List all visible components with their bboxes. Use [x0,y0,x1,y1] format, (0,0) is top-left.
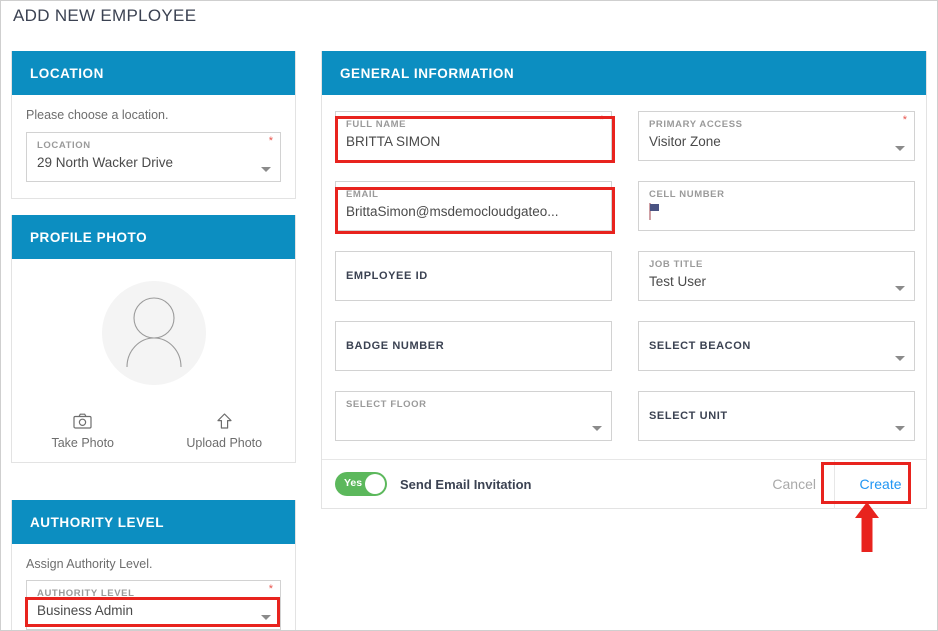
cancel-button[interactable]: Cancel [754,460,834,509]
create-button[interactable]: Create [834,459,926,509]
required-star-icon: * [599,114,604,126]
add-new-employee-page: ADD NEW EMPLOYEE LOCATION Please choose … [0,0,938,631]
job-title-value: Test User [649,274,707,289]
badge-number-label: BADGE NUMBER [346,340,445,352]
take-photo-button[interactable]: Take Photo [12,413,154,450]
profile-photo-panel-title: PROFILE PHOTO [30,229,148,245]
chevron-down-icon [895,146,905,151]
authority-field-label: AUTHORITY LEVEL [37,588,135,599]
chevron-down-icon [261,615,271,620]
select-floor-label: SELECT FLOOR [346,399,427,410]
required-star-icon: * [268,135,273,147]
email-label: EMAIL [346,189,379,200]
authority-field-value: Business Admin [37,603,134,618]
upload-arrow-icon [154,413,296,431]
primary-access-select[interactable]: PRIMARY ACCESS Visitor Zone * [638,111,915,161]
authority-level-panel-title: AUTHORITY LEVEL [30,514,165,530]
general-information-panel-header: GENERAL INFORMATION [322,51,926,95]
send-email-invitation-label: Send Email Invitation [400,476,532,492]
general-information-panel: GENERAL INFORMATION FULL NAME BRITTA SIM… [321,51,927,509]
toggle-state-label: Yes [344,477,363,489]
general-information-panel-body: FULL NAME BRITTA SIMON * PRIMARY ACCESS … [322,95,926,509]
general-information-footer: Yes Send Email Invitation Cancel Create [322,459,926,509]
profile-photo-panel-header: PROFILE PHOTO [12,215,295,259]
location-field-value: 29 North Wacker Drive [37,155,174,170]
job-title-select[interactable]: JOB TITLE Test User [638,251,915,301]
full-name-input[interactable]: FULL NAME BRITTA SIMON * [335,111,612,161]
location-panel-body: Please choose a location. LOCATION 29 No… [12,95,295,182]
location-select[interactable]: LOCATION 29 North Wacker Drive * [26,132,281,182]
select-unit-label: SELECT UNIT [649,410,728,422]
primary-access-label: PRIMARY ACCESS [649,119,743,130]
select-beacon-select[interactable]: SELECT BEACON [638,321,915,371]
job-title-label: JOB TITLE [649,259,703,270]
required-star-icon: * [902,114,907,126]
take-photo-label: Take Photo [51,436,115,450]
cell-number-input[interactable]: CELL NUMBER [638,181,915,231]
location-panel: LOCATION Please choose a location. LOCAT… [11,51,296,199]
location-panel-title: LOCATION [30,65,104,81]
profile-photo-panel-body: Take Photo Upload Photo [12,259,295,462]
select-beacon-label: SELECT BEACON [649,340,751,352]
footer-actions: Cancel Create [754,459,926,509]
badge-number-input[interactable]: BADGE NUMBER [335,321,612,371]
photo-actions: Take Photo Upload Photo [12,413,295,450]
chevron-down-icon [895,356,905,361]
toggle-knob [365,474,385,494]
location-field-label: LOCATION [37,140,91,151]
full-name-label: FULL NAME [346,119,407,130]
chevron-down-icon [592,426,602,431]
authority-level-panel-body: Assign Authority Level. AUTHORITY LEVEL … [12,544,295,630]
upload-photo-button[interactable]: Upload Photo [154,413,296,450]
profile-photo-panel: PROFILE PHOTO Take Photo Upload Photo [11,215,296,463]
cell-number-label: CELL NUMBER [649,189,725,200]
authority-level-panel: AUTHORITY LEVEL Assign Authority Level. … [11,500,296,630]
email-input[interactable]: EMAIL BrittaSimon@msdemocloudgateo... [335,181,612,231]
upload-photo-label: Upload Photo [186,436,263,450]
general-information-grid: FULL NAME BRITTA SIMON * PRIMARY ACCESS … [322,95,926,441]
chevron-down-icon [895,426,905,431]
location-helper-text: Please choose a location. [26,108,169,122]
employee-id-input[interactable]: EMPLOYEE ID [335,251,612,301]
location-panel-header: LOCATION [12,51,295,95]
chevron-down-icon [261,167,271,172]
page-title: ADD NEW EMPLOYEE [13,6,197,25]
required-star-icon: * [268,583,273,595]
avatar [101,281,206,385]
send-email-invitation-toggle[interactable]: Yes [335,472,387,496]
email-value: BrittaSimon@msdemocloudgateo... [346,204,559,219]
select-unit-select[interactable]: SELECT UNIT [638,391,915,441]
us-flag-icon [649,203,659,220]
authority-helper-text: Assign Authority Level. [26,557,153,571]
authority-level-panel-header: AUTHORITY LEVEL [12,500,295,544]
cell-number-value [649,201,904,223]
user-avatar-icon [125,297,182,368]
select-floor-select[interactable]: SELECT FLOOR [335,391,612,441]
general-information-panel-title: GENERAL INFORMATION [340,65,515,81]
up-arrow-annotation [855,502,879,552]
full-name-value: BRITTA SIMON [346,134,441,149]
chevron-down-icon [895,286,905,291]
authority-level-select[interactable]: AUTHORITY LEVEL Business Admin * [26,580,281,630]
employee-id-label: EMPLOYEE ID [346,270,428,282]
camera-icon [12,413,154,431]
primary-access-value: Visitor Zone [649,134,721,149]
